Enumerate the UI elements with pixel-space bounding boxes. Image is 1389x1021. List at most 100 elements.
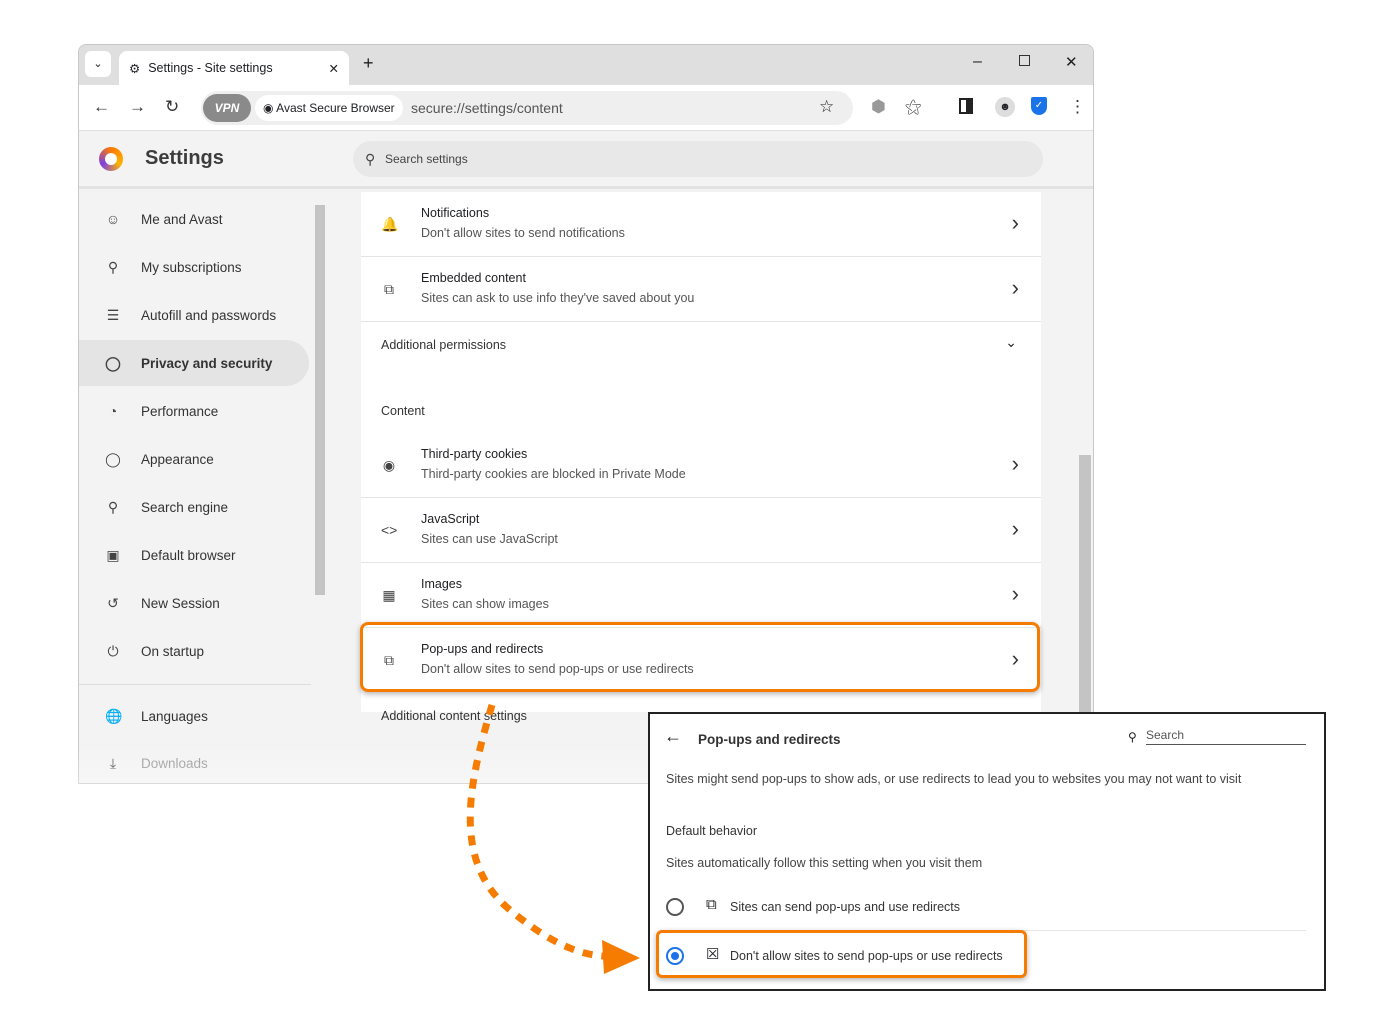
shield-extension-icon[interactable]: ✓: [1031, 97, 1047, 115]
search-placeholder: Search settings: [385, 152, 468, 166]
sidebar-item-privacy[interactable]: ◯ Privacy and security: [79, 340, 309, 386]
image-icon: ▦: [382, 587, 396, 603]
sidebar-item-label: Default browser: [141, 547, 236, 563]
site-settings-card: 🔔 Notifications Don't allow sites to send …: [361, 192, 1041, 712]
panel-description: Sites might send pop-ups to show ads, or…: [666, 772, 1242, 786]
site-info-chip[interactable]: ◉ Avast Secure Browser: [255, 95, 403, 121]
block-popups-label[interactable]: Don't allow sites to send pop-ups or use…: [730, 949, 1003, 963]
third-party-cookies-row[interactable]: ◉ Third-party cookies Third-party cookies …: [361, 433, 1041, 498]
new-tab-button[interactable]: +: [363, 53, 374, 74]
url-text[interactable]: secure://settings/content: [411, 100, 563, 116]
close-window-button[interactable]: ✕: [1065, 53, 1078, 71]
row-title: Notifications: [421, 206, 490, 220]
sidebar-item-languages[interactable]: 🌐 Languages: [79, 693, 309, 739]
tab-bar: ⌄ ⚙ Settings - Site settings ✕ + – ✕: [79, 45, 1093, 85]
search-icon: ⚲: [365, 151, 376, 167]
sidebar-item-label: Autofill and passwords: [141, 307, 277, 323]
popups-redirects-row[interactable]: ⧉ Pop-ups and redirects Don't allow sites …: [361, 628, 1041, 693]
sidebar-scrollbar[interactable]: [315, 205, 325, 595]
row-title: Embedded content: [421, 271, 526, 285]
sidebar-item-label: Privacy and security: [141, 355, 273, 371]
sidebar-item-label: On startup: [141, 643, 205, 659]
sidebar-item-new-session[interactable]: ↺ New Session: [79, 580, 309, 626]
sidebar-item-label: Me and Avast: [141, 211, 223, 227]
row-subtitle: Sites can show images: [421, 597, 549, 611]
allow-popups-label[interactable]: Sites can send pop-ups and use redirects: [730, 900, 960, 914]
sidebar-item-label: Downloads: [141, 755, 208, 771]
sidebar-item-label: Search engine: [141, 499, 229, 515]
security-badge-icon[interactable]: ⬢: [871, 97, 886, 117]
list-icon: ☰: [106, 306, 120, 323]
back-icon[interactable]: ←: [93, 97, 110, 117]
tab-search-button[interactable]: ⌄: [85, 51, 111, 77]
chevron-right-icon: ›: [1011, 516, 1019, 541]
sidebar-item-label: New Session: [141, 595, 220, 611]
session-icon: ↺: [107, 594, 119, 611]
site-chip-label: Avast Secure Browser: [276, 101, 395, 115]
sidebar-item-subscriptions[interactable]: ⚲ My subscriptions: [79, 244, 309, 290]
power-icon: ⏻: [107, 642, 119, 659]
vpn-button[interactable]: VPN: [203, 94, 251, 122]
row-subtitle: Sites can ask to use info they've saved …: [421, 291, 695, 305]
browser-icon: ▣: [106, 546, 120, 563]
shield-icon: ◯: [105, 354, 121, 371]
search-icon: ⚲: [107, 498, 119, 515]
sidebar-item-autofill[interactable]: ☰ Autofill and passwords: [79, 292, 309, 338]
browser-window: ⌄ ⚙ Settings - Site settings ✕ + – ✕ ← →…: [78, 44, 1094, 784]
row-subtitle: Don't allow sites to send notifications: [421, 226, 625, 240]
additional-permissions-toggle[interactable]: Additional permissions: [381, 338, 506, 352]
code-icon: <>: [381, 522, 398, 538]
gauge-icon: ◔: [108, 403, 118, 419]
sidebar-item-label: My subscriptions: [141, 259, 242, 275]
block-popups-radio[interactable]: [666, 947, 684, 965]
sidebar-item-on-startup[interactable]: ⏻ On startup: [79, 628, 309, 674]
settings-header: Settings ⚲ Search settings: [79, 131, 1093, 189]
globe-icon: 🌐: [105, 707, 123, 724]
sidebar-item-search-engine[interactable]: ⚲ Search engine: [79, 484, 309, 530]
address-bar[interactable]: VPN ◉ Avast Secure Browser secure://sett…: [201, 91, 853, 125]
sidebar-item-label: Appearance: [141, 451, 214, 467]
sidebar-icon[interactable]: [959, 98, 973, 114]
sidebar-item-performance[interactable]: ◔ Performance: [79, 388, 309, 434]
cookie-icon: ◉: [382, 457, 396, 473]
forward-icon[interactable]: →: [129, 97, 146, 117]
sidebar-item-me-and-avast[interactable]: ☺ Me and Avast: [79, 196, 309, 242]
panel-search-input[interactable]: Search: [1146, 728, 1306, 745]
embedded-content-icon: ⧉: [384, 281, 394, 297]
key-icon: ⚲: [107, 258, 119, 275]
download-icon: ⤓: [109, 754, 117, 771]
embedded-content-row[interactable]: ⧉ Embedded content Sites can ask to use in…: [361, 257, 1041, 322]
default-behavior-desc: Sites automatically follow this setting …: [666, 856, 983, 870]
close-tab-icon[interactable]: ✕: [329, 61, 339, 76]
sidebar-item-appearance[interactable]: ◯ Appearance: [79, 436, 309, 482]
back-arrow-icon[interactable]: ←: [664, 726, 682, 747]
sidebar-item-default-browser[interactable]: ▣ Default browser: [79, 532, 309, 578]
search-icon: ⚲: [1128, 730, 1137, 744]
chevron-down-icon[interactable]: ⌄: [1005, 334, 1017, 351]
javascript-row[interactable]: <> JavaScript Sites can use JavaScript ›: [361, 498, 1041, 563]
page-title: Settings: [145, 147, 224, 169]
reload-icon[interactable]: ↻: [165, 97, 179, 117]
minimize-button[interactable]: –: [973, 53, 982, 71]
sidebar-item-label: Performance: [141, 403, 219, 419]
extensions-icon[interactable]: ⚝: [905, 97, 922, 117]
allow-popups-radio[interactable]: [666, 898, 684, 916]
divider: [79, 684, 311, 685]
images-row[interactable]: ▦ Images Sites can show images ›: [361, 563, 1041, 628]
row-title: Third-party cookies: [421, 447, 528, 461]
chevron-right-icon: ›: [1011, 581, 1019, 606]
menu-icon[interactable]: ⋮: [1069, 97, 1086, 117]
search-settings-input[interactable]: ⚲ Search settings: [353, 141, 1043, 177]
divider: [666, 930, 1306, 931]
notifications-row[interactable]: 🔔 Notifications Don't allow sites to send …: [361, 192, 1041, 257]
avast-logo: [99, 147, 123, 171]
maximize-button[interactable]: [1019, 55, 1030, 66]
bell-icon: 🔔: [381, 216, 399, 232]
row-title: JavaScript: [421, 512, 480, 526]
sidebar-item-label: Languages: [141, 708, 208, 724]
star-icon[interactable]: ☆: [819, 97, 834, 117]
additional-content-settings[interactable]: Additional content settings: [381, 709, 527, 723]
tab-settings[interactable]: ⚙ Settings - Site settings ✕: [119, 51, 349, 85]
profile-icon[interactable]: ☻: [995, 97, 1015, 117]
sidebar-item-downloads[interactable]: ⤓ Downloads: [79, 740, 309, 783]
